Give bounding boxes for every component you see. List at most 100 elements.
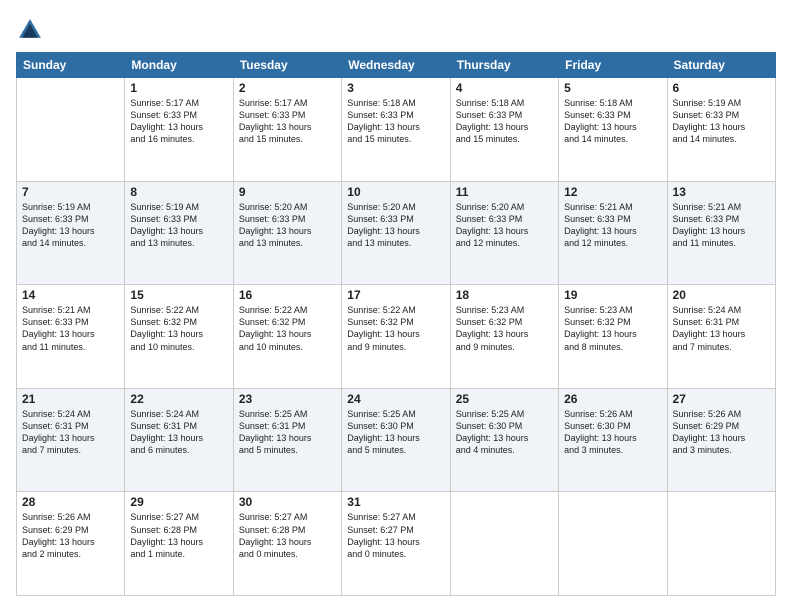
day-info: Sunrise: 5:20 AMSunset: 6:33 PMDaylight:… [239, 201, 336, 250]
logo [16, 16, 48, 44]
calendar-cell: 21 Sunrise: 5:24 AMSunset: 6:31 PMDayligh… [17, 388, 125, 492]
calendar-header-sunday: Sunday [17, 53, 125, 78]
calendar-cell: 25 Sunrise: 5:25 AMSunset: 6:30 PMDayligh… [450, 388, 558, 492]
day-number: 12 [564, 185, 661, 199]
day-info: Sunrise: 5:27 AMSunset: 6:28 PMDaylight:… [239, 511, 336, 560]
calendar-cell: 27 Sunrise: 5:26 AMSunset: 6:29 PMDayligh… [667, 388, 775, 492]
day-info: Sunrise: 5:17 AMSunset: 6:33 PMDaylight:… [130, 97, 227, 146]
calendar-cell: 8Sunrise: 5:19 AMSunset: 6:33 PMDaylight… [125, 181, 233, 285]
calendar-cell: 13 Sunrise: 5:21 AMSunset: 6:33 PMDayligh… [667, 181, 775, 285]
day-info: Sunrise: 5:19 AMSunset: 6:33 PMDaylight:… [673, 97, 770, 146]
calendar-header-thursday: Thursday [450, 53, 558, 78]
calendar-cell: 7 Sunrise: 5:19 AMSunset: 6:33 PMDaylight… [17, 181, 125, 285]
day-info: Sunrise: 5:19 AMSunset: 6:33 PMDaylight:… [22, 201, 119, 250]
day-info: Sunrise: 5:18 AMSunset: 6:33 PMDaylight:… [347, 97, 444, 146]
day-number: 30 [239, 495, 336, 509]
calendar-cell: 14 Sunrise: 5:21 AMSunset: 6:33 PMDayligh… [17, 285, 125, 389]
calendar-cell: 5Sunrise: 5:18 AMSunset: 6:33 PMDaylight… [559, 78, 667, 182]
day-number: 13 [673, 185, 770, 199]
calendar-cell: 11 Sunrise: 5:20 AMSunset: 6:33 PMDayligh… [450, 181, 558, 285]
calendar-cell: 4 Sunrise: 5:18 AMSunset: 6:33 PMDaylight… [450, 78, 558, 182]
day-number: 19 [564, 288, 661, 302]
calendar-week-row: 1 Sunrise: 5:17 AMSunset: 6:33 PMDaylight… [17, 78, 776, 182]
day-info: Sunrise: 5:18 AMSunset: 6:33 PMDaylight:… [456, 97, 553, 146]
day-info: Sunrise: 5:24 AMSunset: 6:31 PMDaylight:… [22, 408, 119, 457]
day-number: 20 [673, 288, 770, 302]
day-info: Sunrise: 5:25 AMSunset: 6:30 PMDaylight:… [456, 408, 553, 457]
calendar-table: SundayMondayTuesdayWednesdayThursdayFrid… [16, 52, 776, 596]
day-number: 25 [456, 392, 553, 406]
calendar-cell: 22 Sunrise: 5:24 AMSunset: 6:31 PMDayligh… [125, 388, 233, 492]
calendar-cell: 31Sunrise: 5:27 AMSunset: 6:27 PMDayligh… [342, 492, 450, 596]
calendar-cell [559, 492, 667, 596]
day-info: Sunrise: 5:22 AMSunset: 6:32 PMDaylight:… [239, 304, 336, 353]
day-info: Sunrise: 5:23 AMSunset: 6:32 PMDaylight:… [456, 304, 553, 353]
day-number: 3 [347, 81, 444, 95]
calendar-cell [667, 492, 775, 596]
calendar-cell: 24Sunrise: 5:25 AMSunset: 6:30 PMDayligh… [342, 388, 450, 492]
day-number: 28 [22, 495, 119, 509]
day-number: 22 [130, 392, 227, 406]
calendar-cell: 15 Sunrise: 5:22 AMSunset: 6:32 PMDayligh… [125, 285, 233, 389]
day-info: Sunrise: 5:22 AMSunset: 6:32 PMDaylight:… [130, 304, 227, 353]
day-number: 26 [564, 392, 661, 406]
calendar-cell: 23 Sunrise: 5:25 AMSunset: 6:31 PMDayligh… [233, 388, 341, 492]
day-info: Sunrise: 5:20 AMSunset: 6:33 PMDaylight:… [456, 201, 553, 250]
calendar-header-saturday: Saturday [667, 53, 775, 78]
day-number: 21 [22, 392, 119, 406]
calendar-header-friday: Friday [559, 53, 667, 78]
calendar-cell: 30 Sunrise: 5:27 AMSunset: 6:28 PMDayligh… [233, 492, 341, 596]
day-number: 6 [673, 81, 770, 95]
day-number: 11 [456, 185, 553, 199]
day-info: Sunrise: 5:17 AMSunset: 6:33 PMDaylight:… [239, 97, 336, 146]
day-number: 14 [22, 288, 119, 302]
day-number: 18 [456, 288, 553, 302]
calendar-cell: 28 Sunrise: 5:26 AMSunset: 6:29 PMDayligh… [17, 492, 125, 596]
day-number: 1 [130, 81, 227, 95]
day-info: Sunrise: 5:24 AMSunset: 6:31 PMDaylight:… [130, 408, 227, 457]
day-number: 27 [673, 392, 770, 406]
day-info: Sunrise: 5:26 AMSunset: 6:29 PMDaylight:… [22, 511, 119, 560]
day-number: 8 [130, 185, 227, 199]
day-number: 29 [130, 495, 227, 509]
day-info: Sunrise: 5:23 AMSunset: 6:32 PMDaylight:… [564, 304, 661, 353]
calendar-cell [17, 78, 125, 182]
calendar-cell: 3 Sunrise: 5:18 AMSunset: 6:33 PMDaylight… [342, 78, 450, 182]
logo-icon [16, 16, 44, 44]
calendar-cell: 10 Sunrise: 5:20 AMSunset: 6:33 PMDayligh… [342, 181, 450, 285]
page: SundayMondayTuesdayWednesdayThursdayFrid… [0, 0, 792, 612]
day-number: 15 [130, 288, 227, 302]
calendar-cell: 26 Sunrise: 5:26 AMSunset: 6:30 PMDayligh… [559, 388, 667, 492]
calendar-cell: 1 Sunrise: 5:17 AMSunset: 6:33 PMDaylight… [125, 78, 233, 182]
calendar-cell: 9Sunrise: 5:20 AMSunset: 6:33 PMDaylight… [233, 181, 341, 285]
day-info: Sunrise: 5:21 AMSunset: 6:33 PMDaylight:… [22, 304, 119, 353]
day-number: 5 [564, 81, 661, 95]
calendar-cell: 16 Sunrise: 5:22 AMSunset: 6:32 PMDayligh… [233, 285, 341, 389]
day-info: Sunrise: 5:21 AMSunset: 6:33 PMDaylight:… [564, 201, 661, 250]
calendar-week-row: 7 Sunrise: 5:19 AMSunset: 6:33 PMDaylight… [17, 181, 776, 285]
calendar-header-tuesday: Tuesday [233, 53, 341, 78]
calendar-cell: 29Sunrise: 5:27 AMSunset: 6:28 PMDayligh… [125, 492, 233, 596]
day-number: 7 [22, 185, 119, 199]
day-number: 23 [239, 392, 336, 406]
calendar-cell: 2Sunrise: 5:17 AMSunset: 6:33 PMDaylight… [233, 78, 341, 182]
day-info: Sunrise: 5:26 AMSunset: 6:30 PMDaylight:… [564, 408, 661, 457]
day-number: 10 [347, 185, 444, 199]
day-info: Sunrise: 5:26 AMSunset: 6:29 PMDaylight:… [673, 408, 770, 457]
day-info: Sunrise: 5:25 AMSunset: 6:30 PMDaylight:… [347, 408, 444, 457]
calendar-week-row: 21 Sunrise: 5:24 AMSunset: 6:31 PMDayligh… [17, 388, 776, 492]
day-number: 31 [347, 495, 444, 509]
calendar-cell: 20Sunrise: 5:24 AMSunset: 6:31 PMDayligh… [667, 285, 775, 389]
day-info: Sunrise: 5:25 AMSunset: 6:31 PMDaylight:… [239, 408, 336, 457]
calendar-header-row: SundayMondayTuesdayWednesdayThursdayFrid… [17, 53, 776, 78]
calendar-week-row: 14 Sunrise: 5:21 AMSunset: 6:33 PMDayligh… [17, 285, 776, 389]
calendar-week-row: 28 Sunrise: 5:26 AMSunset: 6:29 PMDayligh… [17, 492, 776, 596]
calendar-header-monday: Monday [125, 53, 233, 78]
day-number: 16 [239, 288, 336, 302]
day-number: 4 [456, 81, 553, 95]
day-info: Sunrise: 5:22 AMSunset: 6:32 PMDaylight:… [347, 304, 444, 353]
day-info: Sunrise: 5:21 AMSunset: 6:33 PMDaylight:… [673, 201, 770, 250]
calendar-cell: 6 Sunrise: 5:19 AMSunset: 6:33 PMDaylight… [667, 78, 775, 182]
header [16, 16, 776, 44]
day-info: Sunrise: 5:20 AMSunset: 6:33 PMDaylight:… [347, 201, 444, 250]
